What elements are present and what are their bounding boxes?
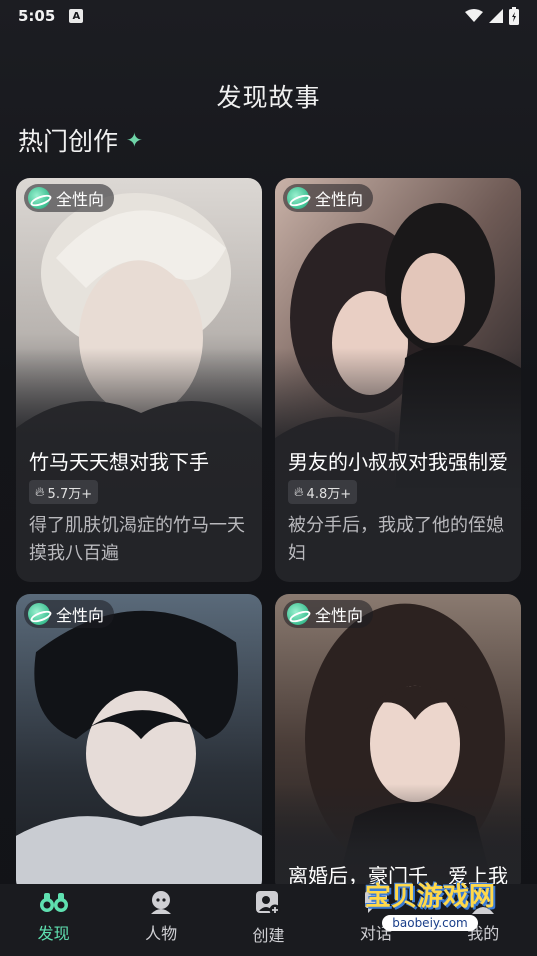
story-card[interactable]: 全性向 — [16, 594, 262, 894]
status-time: 5:05 — [18, 7, 56, 25]
watermark-url: baobeiy.com — [382, 914, 478, 931]
nav-discover[interactable]: 发现 — [9, 890, 99, 944]
nav-label: 创建 — [252, 926, 285, 945]
heat-badge: 🔥︎ 4.8万+ — [288, 480, 358, 504]
tag-label: 全性向 — [56, 606, 105, 625]
planet-icon — [287, 603, 309, 625]
watermark-text: 宝贝游戏网 — [364, 881, 495, 912]
orientation-tag: 全性向 — [283, 600, 374, 628]
story-description: 被分手后，我成了他的侄媳妇 — [288, 515, 504, 564]
heat-count: 4.8万+ — [306, 486, 352, 502]
section-title-text: 热门创作 — [18, 127, 119, 156]
story-card[interactable]: 全性向 男友的小叔叔对我强制爱 🔥︎ 4.8万+ 被分手后，我成了他的侄媳妇 — [275, 178, 521, 582]
character-icon — [151, 891, 172, 914]
story-description: 得了肌肤饥渴症的竹马一天摸我八百遍 — [29, 515, 245, 564]
flame-icon: 🔥︎ — [294, 484, 304, 500]
battery-icon — [509, 7, 519, 25]
tag-label: 全性向 — [315, 190, 364, 209]
story-card[interactable]: 全性向 竹马天天想对我下手 🔥︎ 5.7万+ 得了肌肤饥渴症的竹马一天摸我八百遍 — [16, 178, 262, 582]
page-title: 发现故事 — [216, 83, 321, 112]
planet-icon — [28, 603, 50, 625]
signal-icon — [489, 9, 503, 23]
orientation-tag: 全性向 — [283, 184, 374, 212]
planet-icon — [287, 187, 309, 209]
heat-count: 5.7万+ — [47, 486, 93, 502]
planet-icon — [28, 187, 50, 209]
status-bar: 5:05 A — [0, 0, 537, 32]
create-icon — [256, 891, 281, 916]
wifi-icon — [465, 9, 483, 22]
orientation-tag: 全性向 — [24, 184, 115, 212]
section-title: 热门创作 ✦ — [18, 122, 143, 158]
nav-label: 人物 — [145, 924, 178, 943]
status-icons — [465, 7, 519, 25]
story-cover-image — [16, 594, 262, 894]
nav-characters[interactable]: 人物 — [116, 890, 206, 944]
notification-icon: A — [69, 9, 84, 23]
story-title: 男友的小叔叔对我强制爱 — [288, 450, 508, 474]
sparkle-icon: ✦ — [126, 128, 143, 152]
binoculars-icon — [39, 893, 68, 912]
orientation-tag: 全性向 — [24, 600, 115, 628]
story-title: 竹马天天想对我下手 — [29, 450, 209, 474]
story-card[interactable]: 全性向 离婚后，豪门千 爱上我 — [275, 594, 521, 894]
nav-create[interactable]: 创建 — [223, 890, 313, 946]
heat-badge: 🔥︎ 5.7万+ — [29, 480, 99, 504]
site-watermark: 宝贝游戏网 baobeiy.com — [355, 868, 505, 938]
flame-icon: 🔥︎ — [35, 484, 45, 500]
nav-label: 发现 — [37, 924, 70, 943]
tag-label: 全性向 — [315, 606, 364, 625]
screen: 5:05 A 发现故事 热门创作 ✦ 全性向 竹马天天想对我下手 🔥︎ 5.7万… — [0, 0, 537, 956]
tag-label: 全性向 — [56, 190, 105, 209]
